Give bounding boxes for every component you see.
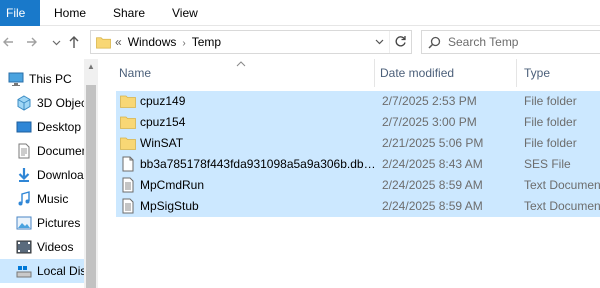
up-button[interactable] [66, 33, 82, 51]
file-type: File folder [524, 115, 577, 129]
nav-label: Downloads [37, 168, 84, 182]
nav-label: Documents [37, 144, 84, 158]
search-input[interactable] [448, 34, 598, 50]
file-date: 2/24/2025 8:43 AM [382, 157, 483, 171]
documents-icon [18, 143, 30, 159]
file-row-mpcmdrun[interactable]: MpCmdRun 2/24/2025 8:59 AM Text Document [116, 175, 600, 196]
file-name: WinSAT [140, 136, 184, 150]
desktop-icon [16, 121, 32, 133]
folder-icon [120, 116, 136, 129]
local-disk-icon [16, 266, 32, 278]
address-bar[interactable]: « Windows › Temp [90, 30, 412, 54]
file-row-mpsigstub[interactable]: MpSigStub 2/24/2025 8:59 AM Text Documen… [116, 196, 600, 217]
file-date: 2/7/2025 3:00 PM [382, 115, 477, 129]
arrow-left-icon [3, 37, 13, 47]
file-icon [122, 156, 134, 172]
nav-item-music[interactable]: Music [0, 187, 84, 211]
file-list: Name Date modified Type cpuz149 2/7/2025… [98, 59, 600, 288]
back-button[interactable] [0, 33, 16, 51]
nav-scrollbar-thumb[interactable] [86, 85, 96, 288]
text-document-icon [122, 177, 134, 193]
file-name: MpCmdRun [140, 178, 205, 192]
file-type: Text Document [524, 178, 600, 192]
nav-item-this-pc[interactable]: This PC [0, 67, 84, 91]
nav-item-pictures[interactable]: Pictures [0, 211, 84, 235]
chevron-down-icon [375, 39, 383, 45]
nav-item-local-disk[interactable]: Local Disk (C:) [0, 259, 84, 283]
column-divider[interactable] [516, 59, 517, 87]
chevron-down-icon [52, 40, 60, 46]
file-row-cpuz149[interactable]: cpuz149 2/7/2025 2:53 PM File folder [116, 91, 600, 112]
column-header-name[interactable]: Name [119, 59, 375, 87]
breadcrumb-windows[interactable]: Windows [128, 31, 177, 53]
file-row-ses[interactable]: bb3a785178f443fda931098a5a9a306b.db.ses … [116, 154, 600, 175]
nav-label: This PC [29, 72, 72, 86]
nav-label: Desktop [37, 120, 82, 134]
file-type: File folder [524, 136, 577, 150]
forward-button[interactable] [24, 33, 40, 51]
nav-label: Local Disk (C:) [37, 264, 84, 278]
address-row: « Windows › Temp [0, 26, 600, 59]
folder-icon [120, 95, 136, 108]
nav-label: Music [37, 192, 69, 206]
file-name: cpuz154 [140, 115, 186, 129]
downloads-icon [18, 168, 30, 182]
arrow-up-icon [69, 36, 79, 48]
arrow-right-icon [27, 37, 37, 47]
nav-item-documents[interactable]: Documents [0, 139, 84, 163]
search-icon [428, 36, 441, 49]
file-date: 2/24/2025 8:59 AM [382, 178, 483, 192]
file-name: cpuz149 [140, 94, 186, 108]
refresh-button[interactable] [389, 31, 411, 53]
column-header-type[interactable]: Type [524, 59, 600, 87]
folder-icon [120, 137, 136, 150]
file-date: 2/7/2025 2:53 PM [382, 94, 477, 108]
file-date: 2/21/2025 5:06 PM [382, 136, 484, 150]
tab-share[interactable]: Share [113, 0, 145, 26]
breadcrumb: « Windows › Temp [115, 31, 221, 53]
tab-view[interactable]: View [172, 0, 198, 26]
nav-label: 3D Objects [37, 96, 84, 110]
column-divider[interactable] [374, 59, 375, 87]
file-name: MpSigStub [140, 199, 199, 213]
navigation-pane: This PC 3D Objects Desktop Documents Dow… [0, 59, 98, 288]
folder-icon [96, 37, 111, 49]
breadcrumb-temp[interactable]: Temp [192, 31, 221, 53]
file-row-cpuz154[interactable]: cpuz154 2/7/2025 3:00 PM File folder [116, 112, 600, 133]
nav-item-downloads[interactable]: Downloads [0, 163, 84, 187]
file-type: SES File [524, 157, 571, 171]
column-header-date[interactable]: Date modified [380, 59, 516, 87]
nav-item-videos[interactable]: Videos [0, 235, 84, 259]
tab-file[interactable]: File [0, 0, 40, 26]
this-pc-icon [8, 72, 24, 86]
file-type: File folder [524, 94, 577, 108]
address-dropdown-button[interactable] [370, 31, 388, 53]
file-type: Text Document [524, 199, 600, 213]
music-icon [18, 191, 30, 206]
file-row-winsat[interactable]: WinSAT 2/21/2025 5:06 PM File folder [116, 133, 600, 154]
file-name: bb3a785178f443fda931098a5a9a306b.db.ses [140, 157, 376, 171]
search-box[interactable] [421, 30, 600, 54]
tab-home[interactable]: Home [54, 0, 86, 26]
scroll-up-icon[interactable]: ▲ [84, 61, 98, 73]
breadcrumb-overflow[interactable]: « [115, 31, 122, 53]
refresh-icon [395, 36, 406, 47]
text-document-icon [122, 198, 134, 214]
nav-scrollbar[interactable]: ▲ [84, 59, 98, 288]
nav-item-3d-objects[interactable]: 3D Objects [0, 91, 84, 115]
file-date: 2/24/2025 8:59 AM [382, 199, 483, 213]
column-headers: Name Date modified Type [98, 59, 600, 87]
pictures-icon [16, 216, 32, 230]
videos-icon [16, 240, 32, 254]
breadcrumb-separator-icon[interactable]: › [182, 33, 185, 55]
3d-objects-icon [17, 95, 31, 111]
nav-label: Videos [37, 240, 74, 254]
nav-item-desktop[interactable]: Desktop [0, 115, 84, 139]
recent-locations-button[interactable] [48, 33, 64, 51]
ribbon: File Home Share View [0, 0, 600, 26]
nav-label: Pictures [37, 216, 81, 230]
